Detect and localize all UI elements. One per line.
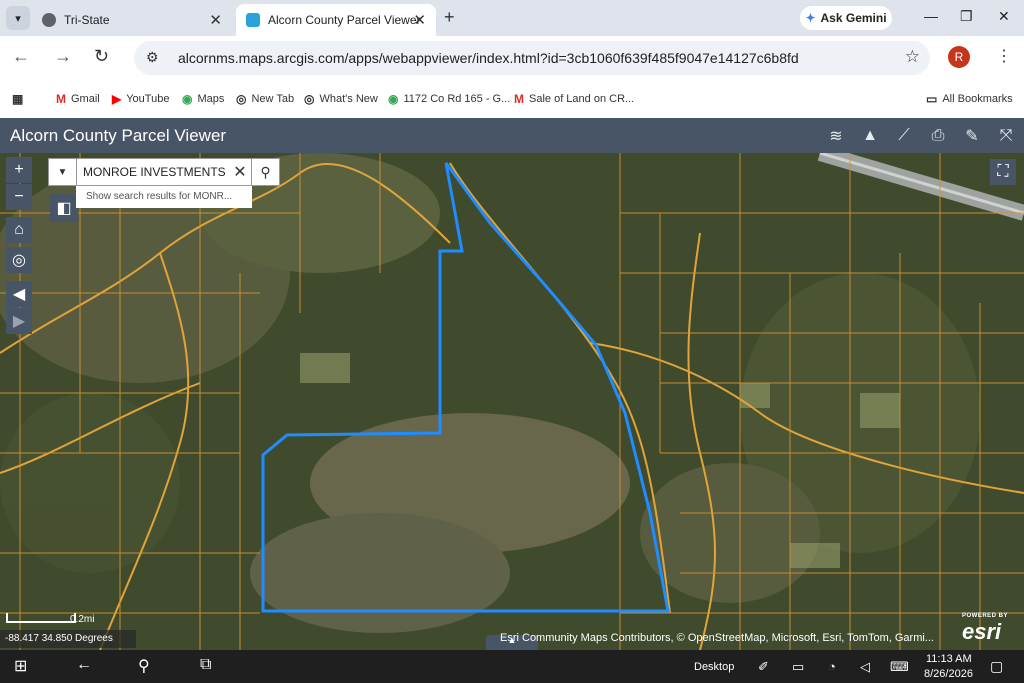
bookmarks-bar: ▦ M Gmail ▶ YouTube ◉ Maps ◎ New Tab ◎ What's…	[0, 80, 1024, 118]
tab-title: Alcorn County Parcel Viewer	[268, 13, 421, 27]
bookmark-label: What's New	[319, 93, 378, 105]
bookmark-star-icon[interactable]: ☆	[905, 47, 920, 67]
ruler-icon[interactable]: ⟋	[892, 124, 916, 148]
bookmark-address[interactable]: ◉ 1172 Co Rd 165 - G...	[388, 92, 510, 106]
site-settings-icon[interactable]: ⚙	[146, 49, 159, 66]
search-icon[interactable]: ⚲	[251, 159, 279, 185]
back-arrow-icon[interactable]: ←	[12, 46, 30, 67]
task-view-icon[interactable]: ⧉	[200, 656, 211, 674]
coordinates-text: -88.417 34.850 Degrees	[5, 633, 113, 644]
minimize-icon[interactable]: —	[924, 8, 938, 24]
new-tab-plus-icon[interactable]: +	[444, 7, 455, 28]
scale-label: 0.2mi	[70, 614, 95, 625]
bookmark-label: Sale of Land on CR...	[529, 93, 635, 105]
ask-gemini-label: Ask Gemini	[820, 11, 887, 25]
restore-icon[interactable]: ❐	[960, 8, 973, 25]
tab-search-dropdown[interactable]: ▾	[6, 6, 30, 30]
windows-start-icon[interactable]: ⊞	[14, 656, 27, 676]
aerial-imagery	[0, 153, 1024, 650]
gmail-icon: M	[514, 92, 524, 106]
bookmark-label: Gmail	[71, 93, 100, 105]
layers-icon[interactable]: ≋	[824, 124, 848, 148]
address-bar[interactable]: ⚙ alcornms.maps.arcgis.com/apps/webappvi…	[134, 41, 930, 75]
clear-search-icon[interactable]: ✕	[229, 159, 251, 185]
browser-toolbar: ← → ↻ ⚙ alcornms.maps.arcgis.com/apps/we…	[0, 36, 1024, 80]
graduation-cap-icon[interactable]: ▲	[858, 124, 882, 148]
bookmark-label: Maps	[197, 93, 225, 105]
clock-time[interactable]: 11:13 AM	[926, 653, 972, 665]
map-view[interactable]: + − ◧ ⌂ ◎ ◀ ▶ ⛶ ▼ MONROE INVESTMENTS ✕ ⚲…	[0, 153, 1024, 650]
tab-parcel-viewer[interactable]: Alcorn County Parcel Viewer ✕	[236, 4, 436, 36]
profile-avatar[interactable]: R	[948, 46, 970, 68]
taskbar-back-icon[interactable]: ←	[76, 656, 92, 674]
ask-gemini-button[interactable]: ✦ Ask Gemini	[800, 6, 892, 30]
maps-pin-icon: ◉	[388, 92, 399, 106]
arcgis-icon	[246, 13, 260, 27]
scale-bar: 0.2mi	[6, 611, 96, 625]
toggle-panel-icon[interactable]: ◧	[50, 194, 78, 222]
tab-title: Tri-State	[64, 13, 110, 27]
search-suggestion[interactable]: Show search results for MONR...	[76, 186, 252, 208]
search-input[interactable]: MONROE INVESTMENTS	[77, 159, 229, 185]
zoom-in-button[interactable]: +	[6, 157, 32, 183]
search-source-dropdown[interactable]: ▼	[49, 159, 77, 185]
bookmark-label: New Tab	[251, 93, 295, 105]
esri-wordmark: esri	[962, 619, 1002, 644]
next-extent-icon[interactable]: ▶	[6, 308, 32, 334]
bookmark-label: YouTube	[126, 93, 170, 105]
all-bookmarks-label: All Bookmarks	[942, 93, 1013, 105]
maps-icon: ◉	[182, 92, 193, 106]
gemini-sparkle-icon: ✦	[805, 11, 816, 25]
chrome-icon: ◎	[304, 92, 315, 106]
keyboard-icon[interactable]: ⌨	[890, 659, 909, 675]
esri-logo: POWERED BY esri	[962, 613, 1008, 645]
my-location-icon[interactable]: ◎	[6, 247, 32, 273]
map-attribution: Esri Community Maps Contributors, © Open…	[500, 632, 934, 644]
pen-icon[interactable]: ✐	[758, 659, 769, 675]
wifi-icon[interactable]: ◔	[828, 659, 836, 674]
gmail-icon: M	[56, 92, 66, 106]
reload-icon[interactable]: ↻	[94, 46, 109, 67]
close-window-icon[interactable]: ✕	[998, 8, 1010, 25]
bookmark-whats-new[interactable]: ◎ What's New	[304, 92, 378, 106]
close-tab-icon[interactable]: ✕	[413, 11, 426, 29]
chrome-icon: ◎	[236, 92, 247, 106]
windows-taskbar: ⊞ ← ⚲ ⧉ Desktop ✐ ▭ ◔ ◁ ⌨ 11:13 AM 8/26/…	[0, 650, 1024, 683]
folder-icon: ▭	[926, 92, 938, 106]
parcel-search: ▼ MONROE INVESTMENTS ✕ ⚲	[48, 158, 280, 186]
tab-tri-state[interactable]: Tri-State ✕	[32, 4, 232, 36]
battery-icon[interactable]: ▭	[792, 659, 804, 675]
url-text[interactable]: alcornms.maps.arcgis.com/apps/webappview…	[178, 50, 799, 66]
youtube-icon: ▶	[112, 92, 122, 106]
fullscreen-icon[interactable]: ⛶	[990, 159, 1016, 185]
browser-menu-icon[interactable]: ⋮	[996, 46, 1012, 66]
notifications-icon[interactable]: ▢	[990, 658, 1003, 675]
bookmark-sale-of-land[interactable]: M Sale of Land on CR...	[514, 92, 634, 106]
globe-icon	[42, 13, 56, 27]
share-icon[interactable]: ⤧	[994, 124, 1018, 148]
apps-grid-icon[interactable]: ▦	[12, 92, 23, 106]
bookmark-label: 1172 Co Rd 165 - G...	[403, 93, 511, 105]
all-bookmarks[interactable]: ▭ All Bookmarks	[926, 92, 1013, 106]
clock-date[interactable]: 8/26/2026	[924, 668, 973, 680]
taskbar-search-icon[interactable]: ⚲	[138, 656, 150, 676]
bookmark-new-tab[interactable]: ◎ New Tab	[236, 92, 294, 106]
bookmark-gmail[interactable]: M Gmail	[56, 92, 100, 106]
app-title: Alcorn County Parcel Viewer	[10, 126, 227, 145]
previous-extent-icon[interactable]: ◀	[6, 281, 32, 307]
zoom-out-button[interactable]: −	[6, 184, 32, 210]
app-header: Alcorn County Parcel Viewer ≋ ▲ ⟋ ⎙ ✎ ⤧	[0, 118, 1024, 153]
coordinate-readout: -88.417 34.850 Degrees	[0, 630, 136, 648]
desktop-label[interactable]: Desktop	[694, 661, 734, 673]
identify-icon[interactable]: ✎	[960, 124, 984, 148]
browser-tab-strip: ▾ Tri-State ✕ Alcorn County Parcel Viewe…	[0, 0, 1024, 36]
bookmark-maps[interactable]: ◉ Maps	[182, 92, 224, 106]
bookmark-youtube[interactable]: ▶ YouTube	[112, 92, 169, 106]
print-icon[interactable]: ⎙	[926, 124, 950, 148]
volume-icon[interactable]: ◁	[860, 659, 870, 675]
forward-arrow-icon[interactable]: →	[54, 46, 72, 67]
close-tab-icon[interactable]: ✕	[209, 11, 222, 29]
home-icon[interactable]: ⌂	[6, 217, 32, 243]
